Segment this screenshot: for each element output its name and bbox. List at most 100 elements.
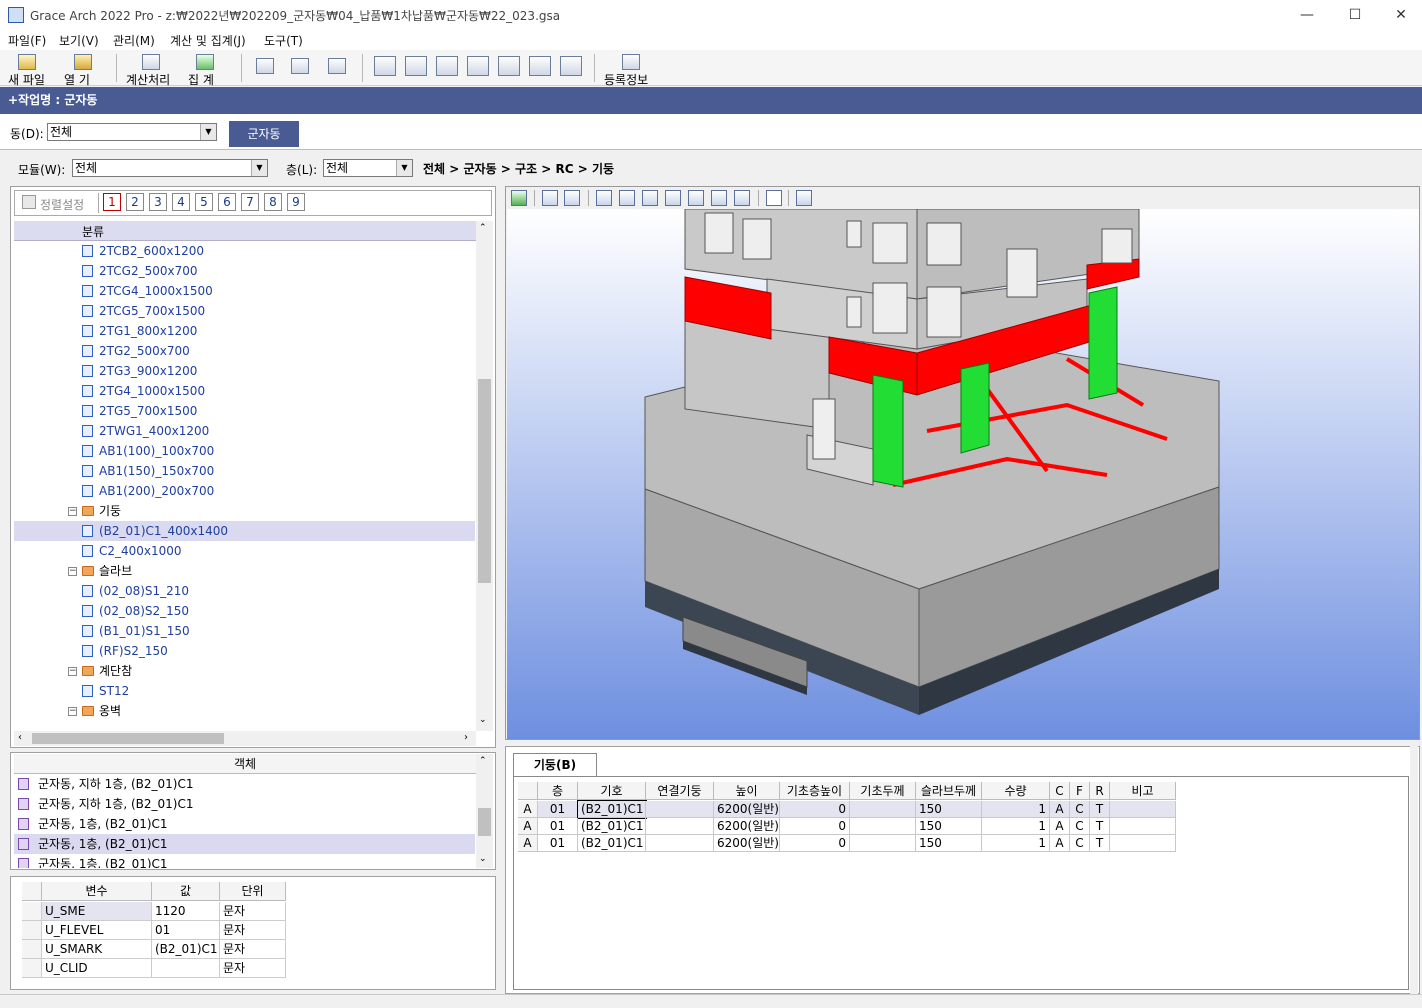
tree-folder[interactable]: − 옹벽 [14, 701, 475, 721]
module-select[interactable]: 전체 ▼ [72, 159, 268, 177]
close-button[interactable]: ✕ [1378, 0, 1422, 30]
grid-header[interactable]: F [1070, 782, 1090, 800]
grid-header[interactable]: 슬라브두께 [916, 782, 982, 800]
scroll-up-icon[interactable]: ⌃ [479, 756, 487, 766]
view-shaded-cube-icon[interactable] [734, 190, 750, 206]
grid-header[interactable]: 층 [538, 782, 578, 800]
3d-model-viewport[interactable] [507, 209, 1419, 739]
menu-file[interactable]: 파일(F) [8, 32, 46, 49]
grid-cell[interactable] [646, 801, 714, 818]
tree-item[interactable]: (RF)S2_150 [14, 641, 475, 661]
menu-manage[interactable]: 관리(M) [113, 32, 155, 49]
tree-item[interactable]: 2TG5_700x1500 [14, 401, 475, 421]
tree-folder[interactable]: − 계단참 [14, 661, 475, 681]
sort-button-4[interactable]: 4 [172, 193, 190, 211]
grid-cell[interactable]: C [1070, 801, 1090, 818]
view-left-cube-icon[interactable] [642, 190, 658, 206]
object-row[interactable]: 군자동, 1층, (B2_01)C1 [14, 814, 475, 834]
sort-settings-label[interactable]: 정렬설정 [40, 196, 84, 213]
variables-row-header[interactable] [22, 959, 42, 978]
grid-cell[interactable]: A [1050, 818, 1070, 835]
grid-cell[interactable]: 6200(일반) [714, 801, 780, 818]
grid-tab-column[interactable]: 기둥(B) [513, 753, 597, 777]
variables-cell[interactable]: U_SME [42, 902, 152, 921]
zoom-all-icon[interactable] [328, 58, 346, 74]
layout-7-icon[interactable] [560, 56, 582, 76]
sort-button-7[interactable]: 7 [241, 193, 259, 211]
variables-cell[interactable]: 01 [152, 921, 220, 940]
menu-tools[interactable]: 도구(T) [264, 32, 303, 49]
grid-cell[interactable]: T [1090, 801, 1110, 818]
view-top-cube-icon[interactable] [688, 190, 704, 206]
grid-cell[interactable] [646, 818, 714, 835]
grid-header[interactable]: 기호 [578, 782, 646, 800]
grid-cell[interactable]: 01 [538, 801, 578, 818]
grid-header[interactable]: 기초두께 [850, 782, 916, 800]
grid-cell[interactable]: (B2_01)C1 [577, 800, 647, 819]
grid-cell[interactable]: (B2_01)C1 [578, 818, 646, 835]
tree-item[interactable]: AB1(100)_100x700 [14, 441, 475, 461]
menu-view[interactable]: 보기(V) [59, 32, 99, 49]
tree-item[interactable]: (02_08)S2_150 [14, 601, 475, 621]
tree-item[interactable]: AB1(150)_150x700 [14, 461, 475, 481]
grid-cell[interactable]: 150 [916, 835, 982, 852]
view-right-cube-icon[interactable] [665, 190, 681, 206]
scroll-right-icon[interactable]: › [464, 732, 468, 743]
grid-cell[interactable] [850, 835, 916, 852]
variables-cell[interactable]: 문자 [220, 959, 286, 978]
grid-row-header[interactable]: A [518, 801, 538, 818]
grid-row-header[interactable]: A [518, 835, 538, 852]
aggregate-button[interactable]: 집 계 [186, 52, 226, 87]
objects-scrollbar[interactable]: ⌃ ⌄ [476, 754, 493, 868]
scroll-up-icon[interactable]: ⌃ [479, 223, 487, 233]
scroll-down-icon[interactable]: ⌄ [479, 715, 487, 725]
object-row[interactable]: 군자동, 1층, (B2_01)C1 [14, 854, 475, 868]
tree-hscroll-thumb[interactable] [32, 733, 224, 744]
grid-cell[interactable]: 150 [916, 801, 982, 818]
grid-cell[interactable]: 1 [982, 801, 1050, 818]
tree-item[interactable]: 2TG3_900x1200 [14, 361, 475, 381]
sort-button-6[interactable]: 6 [218, 193, 236, 211]
scroll-down-icon[interactable]: ⌄ [479, 854, 487, 864]
sort-button-2[interactable]: 2 [126, 193, 144, 211]
dong-tab[interactable]: 군자동 [229, 121, 299, 147]
grid-cell[interactable]: 01 [538, 818, 578, 835]
grid-cell[interactable] [1110, 801, 1176, 818]
grid-cell[interactable]: T [1090, 835, 1110, 852]
grid-header[interactable]: 비고 [1110, 782, 1176, 800]
view-iso-cube-icon[interactable] [711, 190, 727, 206]
object-row[interactable]: 군자동, 지하 1층, (B2_01)C1 [14, 794, 475, 814]
tree-horizontal-scrollbar[interactable]: ‹ › [14, 731, 476, 746]
grid-cell[interactable]: C [1070, 818, 1090, 835]
variables-cell[interactable] [152, 959, 220, 978]
grid-cell[interactable]: T [1090, 818, 1110, 835]
grid-cell[interactable]: 6200(일반) [714, 835, 780, 852]
grid-cell[interactable]: 1 [982, 818, 1050, 835]
tree-item[interactable]: 2TWG1_400x1200 [14, 421, 475, 441]
grid-header[interactable]: 기초층높이 [780, 782, 850, 800]
grid-row-header[interactable]: A [518, 818, 538, 835]
view-select-icon[interactable] [542, 190, 558, 206]
tree-item[interactable]: 2TCG4_1000x1500 [14, 281, 475, 301]
variables-cell[interactable]: 1120 [152, 902, 220, 921]
grid-cell[interactable] [646, 835, 714, 852]
tree-scroll-thumb[interactable] [478, 379, 491, 583]
grid-cell[interactable] [850, 818, 916, 835]
grid-cell[interactable]: 0 [780, 818, 850, 835]
grid-cell[interactable]: 0 [780, 835, 850, 852]
grid-cell[interactable]: C [1070, 835, 1090, 852]
sort-settings-icon[interactable] [22, 195, 36, 209]
minimize-button[interactable]: — [1284, 0, 1330, 30]
calc-button[interactable]: 계산처리 [126, 52, 178, 87]
tree-folder[interactable]: − 슬라브 [14, 561, 475, 581]
tree-item[interactable]: ST12 [14, 681, 475, 701]
dong-select[interactable]: 전체 ▼ [47, 123, 217, 141]
tree-item[interactable]: 2TCG5_700x1500 [14, 301, 475, 321]
object-row[interactable]: 군자동, 1층, (B2_01)C1 [14, 834, 475, 854]
grid-header[interactable] [518, 782, 538, 800]
variables-row-header[interactable] [22, 902, 42, 921]
tree-item[interactable]: 2TCG2_500x700 [14, 261, 475, 281]
view-refresh-icon[interactable] [511, 190, 527, 206]
collapse-icon[interactable]: − [68, 667, 77, 676]
grid-header[interactable]: 연결기둥 [646, 782, 714, 800]
